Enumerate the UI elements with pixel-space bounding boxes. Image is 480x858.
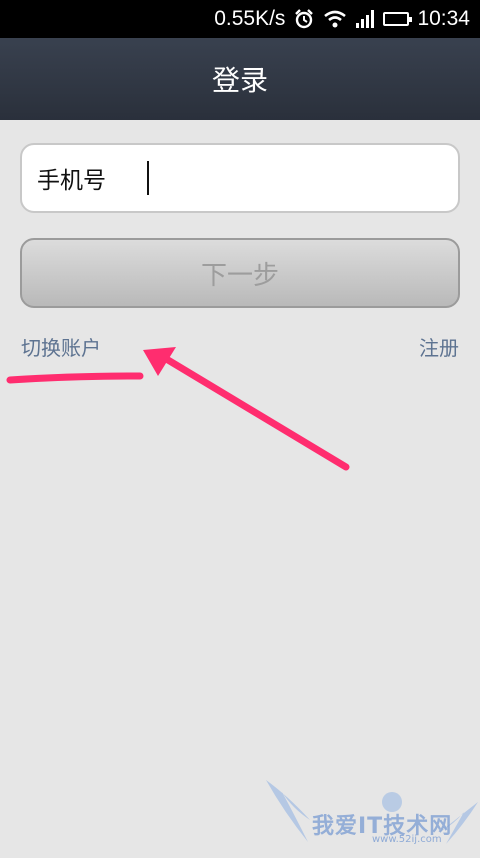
annotation-overlay [6,347,350,471]
next-step-label: 下一步 [200,260,279,291]
network-speed: 0.55K/s [214,7,286,30]
annotation-underline [6,372,144,384]
phone-label: 手机号 [37,168,106,194]
signal-icon [355,9,375,29]
annotation-arrow-head [143,347,176,376]
wifi-icon [323,9,347,29]
register-link[interactable]: 注册 [419,332,459,361]
annotation-arrow-shaft [164,356,350,471]
battery-icon [383,12,413,26]
next-step-button[interactable]: 下一步 [20,238,460,308]
phone-field[interactable]: 手机号 [20,143,460,213]
status-bar: 0.55K/s 10:34 [0,0,480,38]
phone-input[interactable] [149,152,458,204]
watermark-url: www.52ij.com [372,834,442,845]
alarm-icon [293,8,315,30]
clock: 10:34 [417,7,470,30]
switch-account-link[interactable]: 切换账户 [21,332,101,361]
title-bar: 登录 [0,38,480,120]
watermark: 我爱IT技术网 www.52ij.com [264,772,480,854]
page-title: 登录 [211,64,268,97]
